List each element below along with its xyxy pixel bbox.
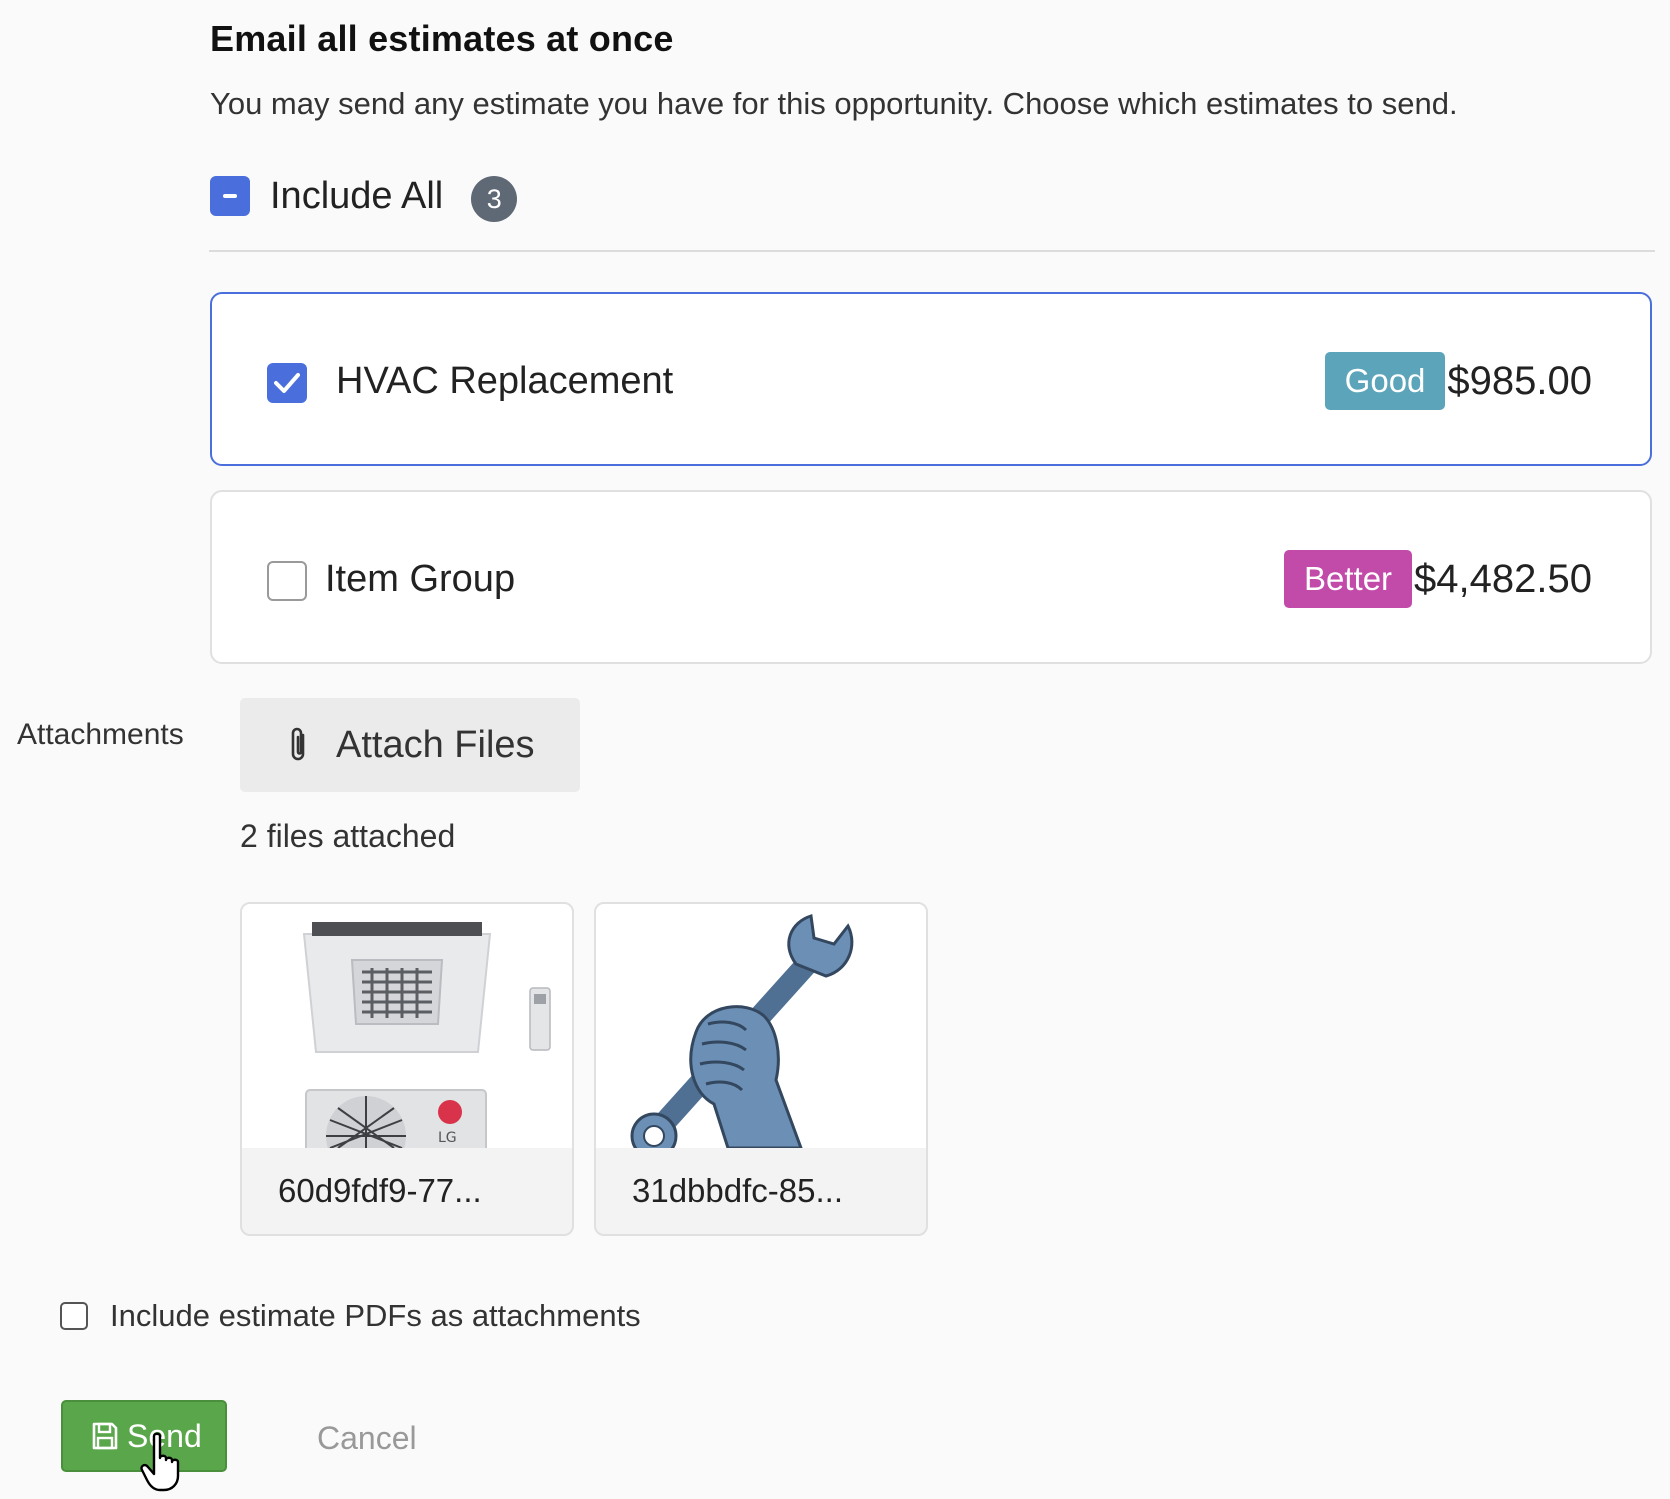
page-title: Email all estimates at once [210,18,674,59]
attachment-filename: 31dbbdfc-85... [632,1172,843,1209]
include-all-row[interactable]: Include All 3 [210,168,518,224]
estimate-name: Item Group [325,558,516,600]
air-conditioner-image: LG [242,904,572,1176]
save-icon [91,1421,119,1451]
attachment-thumbnail[interactable]: LG 60d9fdf9-77... [240,902,574,1236]
attachments-label: Attachments [17,718,184,751]
estimate-name: HVAC Replacement [336,360,674,402]
estimate-checkbox[interactable] [267,363,307,403]
page-description: You may send any estimate you have for t… [210,86,1458,121]
divider [209,250,1655,252]
include-all-checkbox[interactable] [210,176,250,216]
attachment-filename: 60d9fdf9-77... [278,1172,482,1209]
estimate-checkbox[interactable] [267,561,307,601]
paperclip-icon [284,725,312,765]
tier-badge: Good [1324,352,1446,410]
attach-files-label: Attach Files [336,723,535,766]
check-icon [274,373,300,393]
estimate-card-item-group[interactable]: Item Group Better $4,482.50 [210,490,1652,664]
include-pdfs-checkbox[interactable] [60,1302,88,1330]
include-all-label: Include All [270,174,444,217]
estimate-price: $4,482.50 [1414,556,1592,601]
count-badge: 3 [471,176,518,222]
minus-icon [223,194,237,198]
svg-text:LG: LG [438,1130,457,1146]
tier-badge: Better [1284,550,1413,608]
hand-pointer-icon [140,1432,186,1497]
attachment-thumbnail[interactable]: 31dbbdfc-85... [594,902,928,1236]
attach-files-button[interactable]: Attach Files [240,698,580,792]
include-pdfs-label: Include estimate PDFs as attachments [110,1298,641,1333]
wrench-image [596,904,926,1160]
files-attached-count: 2 files attached [240,818,456,854]
estimate-price: $985.00 [1447,358,1592,403]
cancel-button[interactable]: Cancel [317,1420,417,1457]
include-pdfs-row[interactable]: Include estimate PDFs as attachments [60,1298,641,1334]
estimate-card-hvac-replacement[interactable]: HVAC Replacement Good $985.00 [210,292,1652,466]
